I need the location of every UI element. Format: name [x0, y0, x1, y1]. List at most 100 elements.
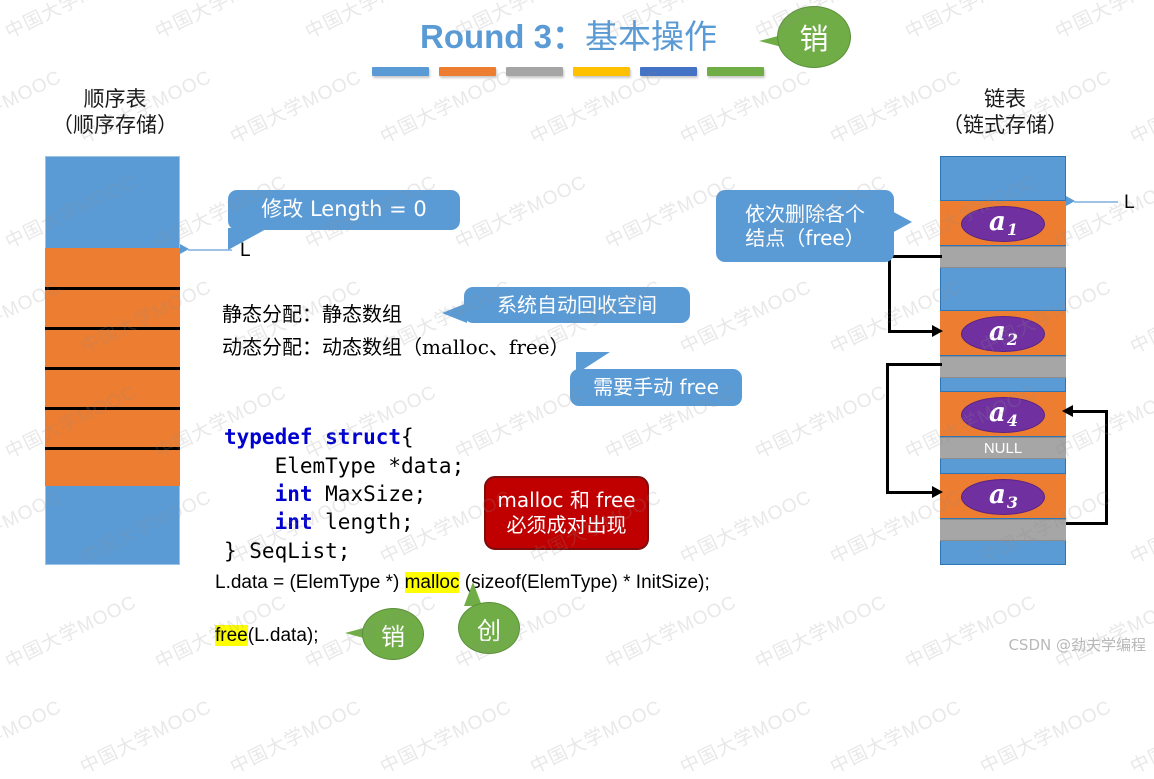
title-topic: 基本操作 — [584, 17, 717, 56]
length-callout: 修改 Length = 0 — [228, 190, 460, 230]
linked-list-node-data-a3: a3 — [940, 473, 1066, 519]
sequential-list-divider — [45, 447, 180, 450]
right-panel-heading: 链表 （链式存储） — [925, 86, 1085, 139]
free-keyword-highlight: free — [215, 625, 248, 646]
code-keyword-typedef-struct: typedef struct — [224, 425, 402, 450]
left-panel-heading-line2: （顺序存储） — [52, 113, 178, 138]
code-brace-open: { — [401, 425, 414, 450]
right-pointer-arrowhead — [1066, 196, 1075, 206]
watermark-text: 中国大学MOOC — [677, 696, 816, 779]
slide-canvas: Round 3：基本操作 销 顺序表 （顺序存储） L 修改 Length = … — [0, 0, 1154, 778]
watermark-text: 中国大学MOOC — [752, 381, 891, 464]
linked-list-node-pointer-a2 — [940, 356, 1066, 378]
connector-a3-a4-arrowhead — [1062, 405, 1073, 417]
dynamic-allocation-text: 动态分配：动态数组（malloc、free） — [222, 335, 570, 359]
watermark-text: 中国大学MOOC — [752, 591, 891, 674]
watermark-text: 中国大学MOOC — [677, 486, 816, 569]
page-title: Round 3：基本操作 — [420, 10, 717, 58]
watermark-text: 中国大学MOOC — [1127, 276, 1154, 359]
code-keyword-int-2: int — [274, 510, 313, 535]
node-value-sub: 2 — [1006, 330, 1018, 349]
right-panel-heading-line2: （链式存储） — [942, 113, 1068, 138]
code-line-data: ElemType *data; — [224, 453, 465, 478]
manual-free-callout: 需要手动 free — [570, 369, 742, 406]
code-line-maxsize: MaxSize; — [312, 482, 427, 507]
connector-a1-a2-top — [888, 255, 942, 258]
watermark-text: 中国大学MOOC — [2, 0, 141, 44]
connector-a2-a3-top — [886, 363, 942, 366]
linked-list-diagram: a1 a2 a4 NULL a3 — [940, 156, 1066, 565]
malloc-free-pair-line2: 必须成对出现 — [506, 513, 627, 537]
title-round: Round 3： — [420, 18, 585, 55]
connector-a3-a4-top — [1072, 410, 1108, 413]
connector-a3-a4-bottom — [1066, 522, 1108, 525]
free-destroy-bubble-label: 销 — [381, 622, 405, 651]
watermark-text: 中国大学MOOC — [1127, 66, 1154, 149]
watermark-text: 中国大学MOOC — [0, 696, 66, 779]
watermark-text: 中国大学MOOC — [227, 66, 366, 149]
watermark-text: 中国大学MOOC — [1052, 0, 1154, 44]
connector-a2-a3-bottom — [886, 491, 934, 494]
left-pointer-arrowhead — [180, 244, 189, 254]
right-pointer-line — [1074, 201, 1118, 203]
linked-list-node-pointer-a3 — [940, 519, 1066, 541]
code-keyword-int-1: int — [274, 482, 313, 507]
free-statement-suffix: (L.data); — [247, 625, 319, 646]
watermark-text: 中国大学MOOC — [977, 696, 1116, 779]
code-line-length: length; — [312, 510, 414, 535]
sequential-list-divider — [45, 327, 180, 330]
title-destroy-bubble: 销 — [777, 6, 851, 68]
length-callout-label: 修改 Length = 0 — [261, 197, 427, 222]
code-line-seqlist: } SeqList; — [224, 538, 351, 563]
free-statement: free(L.data); — [215, 625, 319, 647]
watermark-text: 中国大学MOOC — [827, 696, 966, 779]
watermark-text: 中国大学MOOC — [227, 696, 366, 779]
delete-nodes-callout: 依次删除各个 结点（free） — [716, 190, 894, 262]
linked-list-node-data-a1: a1 — [940, 200, 1066, 246]
title-underline-bar-2 — [439, 67, 496, 76]
static-allocation-text: 静态分配：静态数组 — [222, 302, 402, 326]
watermark-text: 中国大学MOOC — [1127, 696, 1154, 779]
malloc-create-bubble: 创 — [458, 602, 520, 654]
auto-reclaim-callout: 系统自动回收空间 — [464, 287, 690, 323]
watermark-text: 中国大学MOOC — [377, 696, 516, 779]
linked-list-node-pointer-a4: NULL — [940, 437, 1066, 459]
csdn-credit: CSDN @劲夫学编程 — [1008, 636, 1146, 654]
left-pointer-line — [188, 249, 232, 251]
delete-nodes-callout-line2: 结点（free） — [745, 226, 865, 250]
linked-list-node-value-a4: a4 — [961, 397, 1045, 433]
connector-a2-a3-arrowhead — [932, 486, 943, 498]
manual-free-callout-label: 需要手动 free — [593, 375, 719, 400]
watermark-text: 中国大学MOOC — [602, 591, 741, 674]
title-underline-bars — [372, 67, 764, 78]
node-value-sub: 1 — [1006, 220, 1018, 239]
watermark-text: 中国大学MOOC — [1052, 591, 1154, 674]
watermark-text: 中国大学MOOC — [452, 171, 591, 254]
connector-a1-a2-arrowhead — [932, 325, 943, 337]
auto-reclaim-callout-label: 系统自动回收空间 — [497, 292, 657, 317]
connector-a1-a2-bottom — [888, 330, 934, 333]
malloc-keyword-highlight: malloc — [404, 572, 460, 593]
node-value-base: a — [989, 317, 1006, 347]
malloc-statement: L.data = (ElemType *) malloc (sizeof(Ele… — [215, 572, 710, 594]
node-value-base: a — [989, 480, 1006, 510]
title-underline-bar-5 — [640, 67, 697, 76]
sequential-list-divider — [45, 367, 180, 370]
free-destroy-bubble: 销 — [362, 608, 424, 660]
watermark-text: 中国大学MOOC — [527, 696, 666, 779]
node-value-sub: 4 — [1006, 411, 1018, 430]
sequential-list-divider — [45, 287, 180, 290]
title-underline-bar-1 — [372, 67, 429, 76]
linked-list-node-data-a2: a2 — [940, 310, 1066, 356]
malloc-free-pair-callout: malloc 和 free 必须成对出现 — [484, 476, 649, 550]
node-value-base: a — [989, 398, 1006, 428]
watermark-text: 中国大学MOOC — [2, 591, 141, 674]
title-underline-bar-3 — [506, 67, 563, 76]
title-underline-bar-4 — [573, 67, 630, 76]
connector-a2-a3-vert — [886, 363, 889, 494]
length-callout-tail — [228, 228, 268, 250]
struct-code-block: typedef struct{ ElemType *data; int MaxS… — [224, 395, 464, 565]
watermark-text: 中国大学MOOC — [77, 696, 216, 779]
watermark-text: 中国大学MOOC — [902, 591, 1041, 674]
watermark-text: 中国大学MOOC — [902, 0, 1041, 44]
